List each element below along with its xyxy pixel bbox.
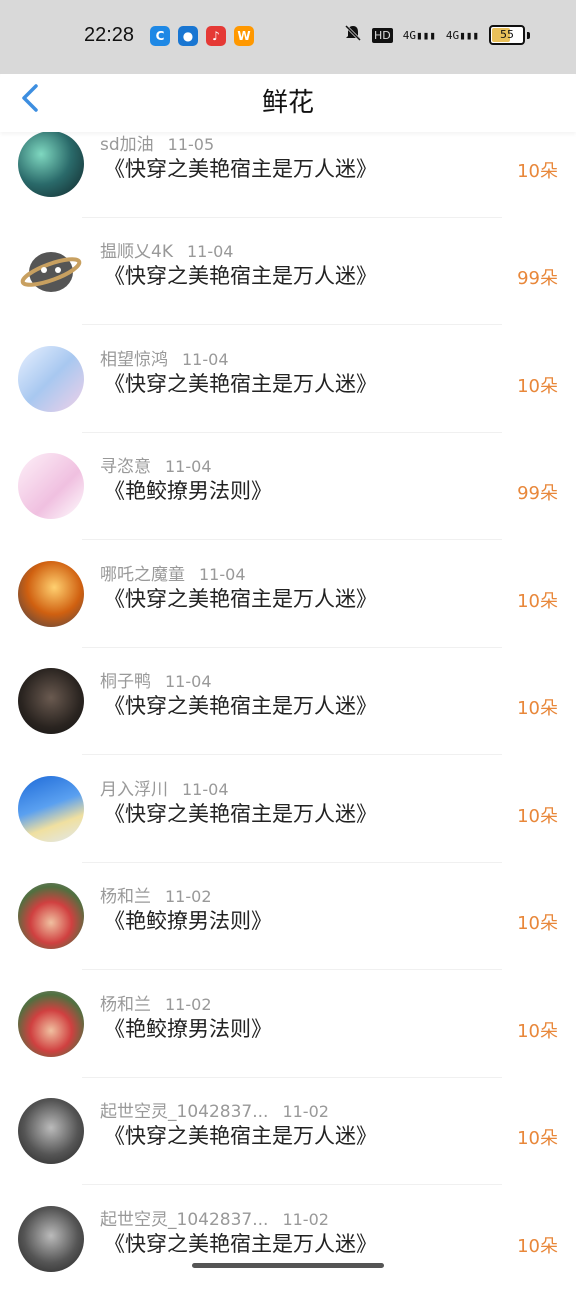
hd-badge: HD (372, 27, 393, 43)
book-title[interactable]: 《快穿之美艳宿主是万人迷》 (104, 798, 377, 828)
app-icon: W (234, 26, 254, 46)
divider (82, 432, 502, 433)
flower-list: sd加油 11-05 《快穿之美艳宿主是万人迷》 10朵 揾顺乂4K 11-04 《… (0, 0, 576, 1280)
signal-icon: 4G▮▮▮ (402, 28, 436, 42)
list-item[interactable]: 相望惊鸿 11-04 《快穿之美艳宿主是万人迷》 10朵 (0, 327, 576, 434)
page-title: 鲜花 (261, 88, 314, 118)
flower-count: 99朵 (517, 268, 558, 289)
avatar[interactable] (18, 1206, 84, 1272)
list-item[interactable]: 桐子鸭 11-04 《快穿之美艳宿主是万人迷》 10朵 (0, 649, 576, 756)
divider (82, 754, 502, 755)
divider (82, 862, 502, 863)
username[interactable]: 相望惊鸿 (100, 350, 168, 370)
book-title[interactable]: 《快穿之美艳宿主是万人迷》 (104, 1228, 377, 1258)
flower-count: 10朵 (517, 913, 558, 934)
book-title[interactable]: 《艳鲛撩男法则》 (104, 475, 272, 505)
username[interactable]: 起世空灵_1042837... (100, 1210, 268, 1230)
book-title[interactable]: 《快穿之美艳宿主是万人迷》 (104, 583, 377, 613)
book-title[interactable]: 《快穿之美艳宿主是万人迷》 (104, 690, 377, 720)
network-type-label: 4G (445, 28, 460, 42)
book-title[interactable]: 《快穿之美艳宿主是万人迷》 (104, 153, 377, 183)
flower-count: 10朵 (517, 1128, 558, 1149)
avatar[interactable] (18, 1098, 84, 1164)
book-title[interactable]: 《快穿之美艳宿主是万人迷》 (104, 368, 377, 398)
book-title[interactable]: 《艳鲛撩男法则》 (104, 1013, 272, 1043)
flower-count: 10朵 (517, 376, 558, 397)
notification-app-icons: C ● ♪ W (150, 26, 254, 46)
username[interactable]: 寻恣意 (100, 457, 151, 477)
avatar[interactable] (18, 883, 84, 949)
username[interactable]: 杨和兰 (100, 887, 151, 907)
network-type-label: 4G (402, 28, 416, 42)
list-item[interactable]: 起世空灵_1042837... 11-02 《快穿之美艳宿主是万人迷》 10朵 (0, 1079, 576, 1186)
status-time: 22:28 (84, 24, 135, 46)
book-title[interactable]: 《艳鲛撩男法则》 (104, 905, 272, 935)
divider (82, 1184, 502, 1185)
date: 11-02 (282, 1210, 329, 1229)
avatar[interactable] (18, 561, 84, 627)
signal-icon: 4G▮▮▮ (445, 28, 479, 42)
list-item[interactable]: 杨和兰 11-02 《艳鲛撩男法则》 10朵 (0, 972, 576, 1079)
status-bar: 22:28 C ● ♪ W HD 4G▮▮▮ 4G▮▮▮ 55 (0, 0, 576, 74)
app-icon: ● (178, 26, 198, 46)
username[interactable]: 杨和兰 (100, 995, 151, 1015)
list-item[interactable]: 杨和兰 11-02 《艳鲛撩男法则》 10朵 (0, 864, 576, 971)
username[interactable]: 起世空灵_1042837... (100, 1102, 268, 1122)
flower-count: 10朵 (517, 1021, 558, 1042)
list-item[interactable]: 哪吒之魔童 11-04 《快穿之美艳宿主是万人迷》 10朵 (0, 542, 576, 649)
date: 11-02 (165, 887, 212, 906)
date: 11-04 (165, 672, 212, 691)
username[interactable]: 桐子鸭 (100, 672, 151, 692)
flower-count: 10朵 (517, 698, 558, 719)
divider (82, 647, 502, 648)
avatar[interactable] (18, 668, 84, 734)
date: 11-04 (165, 457, 212, 476)
avatar[interactable] (18, 776, 84, 842)
username[interactable]: 哪吒之魔童 (100, 565, 185, 585)
flower-count: 99朵 (517, 483, 558, 504)
mute-bell-icon (344, 24, 362, 46)
list-item[interactable]: 月入浮川 11-04 《快穿之美艳宿主是万人迷》 10朵 (0, 757, 576, 864)
date: 11-04 (186, 242, 234, 261)
date: 11-04 (199, 565, 246, 584)
username[interactable]: sd加油 (100, 135, 154, 155)
username[interactable]: 月入浮川 (100, 780, 168, 800)
avatar[interactable] (18, 131, 84, 197)
avatar[interactable] (18, 346, 84, 412)
date: 11-02 (165, 995, 212, 1014)
book-title[interactable]: 《快穿之美艳宿主是万人迷》 (104, 1120, 377, 1150)
book-title[interactable]: 《快穿之美艳宿主是万人迷》 (104, 260, 377, 290)
divider (82, 324, 502, 325)
date: 11-05 (167, 135, 215, 154)
avatar[interactable] (18, 238, 84, 304)
app-icon: C (150, 26, 170, 46)
list-item[interactable]: 起世空灵_1042837... 11-02 《快穿之美艳宿主是万人迷》 10朵 (0, 1187, 576, 1294)
date: 11-04 (182, 780, 229, 799)
list-item[interactable]: 揾顺乂4K 11-04 《快穿之美艳宿主是万人迷》 99朵 (0, 219, 576, 326)
app-icon: ♪ (206, 26, 226, 46)
divider (82, 217, 502, 218)
username[interactable]: 揾顺乂4K (100, 242, 173, 262)
home-indicator[interactable] (192, 1263, 384, 1268)
date: 11-04 (182, 350, 229, 369)
flower-count: 10朵 (517, 806, 558, 827)
battery-icon: 55 (489, 25, 525, 45)
divider (82, 539, 502, 540)
flower-count: 10朵 (517, 161, 558, 182)
avatar[interactable] (18, 453, 84, 519)
date: 11-02 (282, 1102, 329, 1121)
list-item[interactable]: 寻恣意 11-04 《艳鲛撩男法则》 99朵 (0, 434, 576, 541)
status-indicators: HD 4G▮▮▮ 4G▮▮▮ 55 (344, 24, 530, 46)
flower-count: 10朵 (517, 591, 558, 612)
divider (82, 969, 502, 970)
battery-level: 55 (500, 28, 514, 41)
avatar[interactable] (18, 991, 84, 1057)
flower-count: 10朵 (517, 1236, 558, 1257)
divider (82, 1077, 502, 1078)
